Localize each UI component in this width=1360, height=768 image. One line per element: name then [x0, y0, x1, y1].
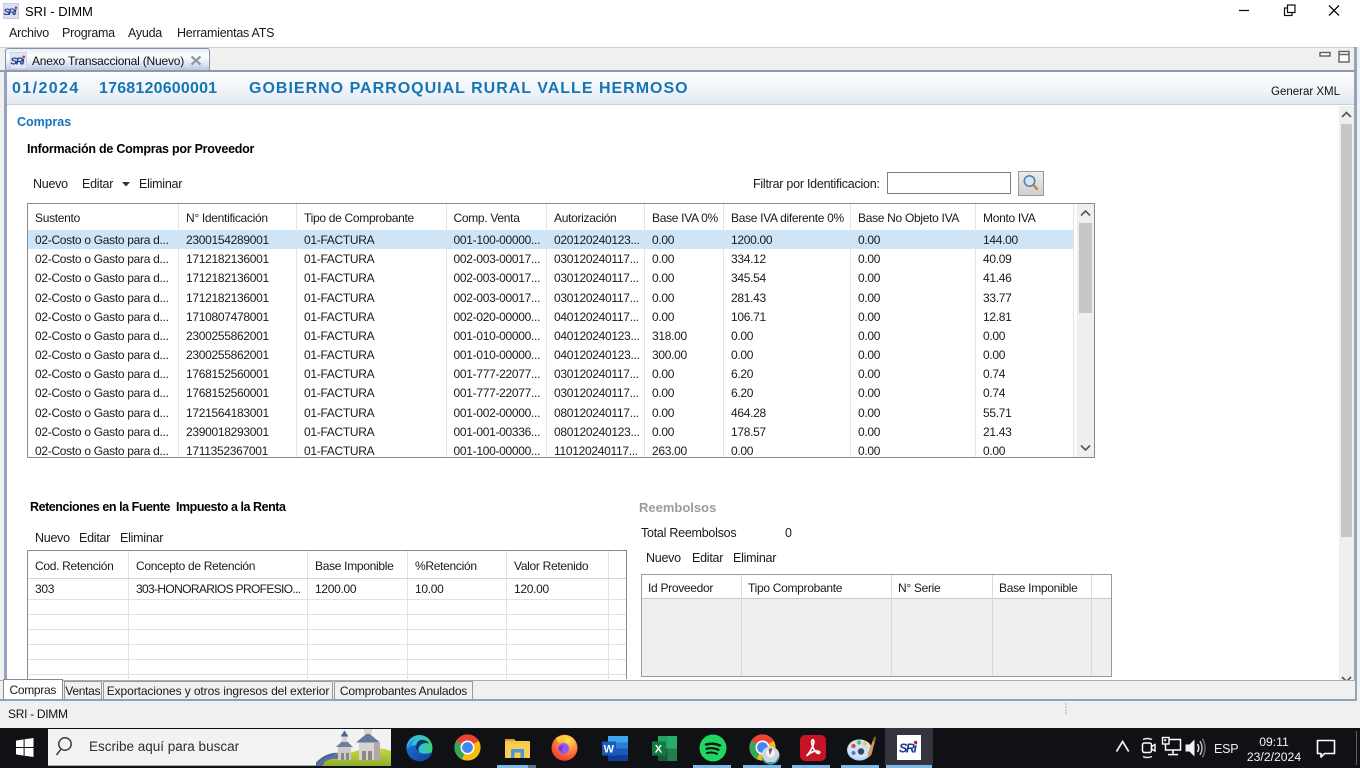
- svg-text:SRi: SRi: [11, 57, 25, 68]
- svg-text:X: X: [655, 744, 663, 756]
- svg-text:SRi: SRi: [4, 7, 17, 18]
- svg-text:W: W: [604, 744, 615, 756]
